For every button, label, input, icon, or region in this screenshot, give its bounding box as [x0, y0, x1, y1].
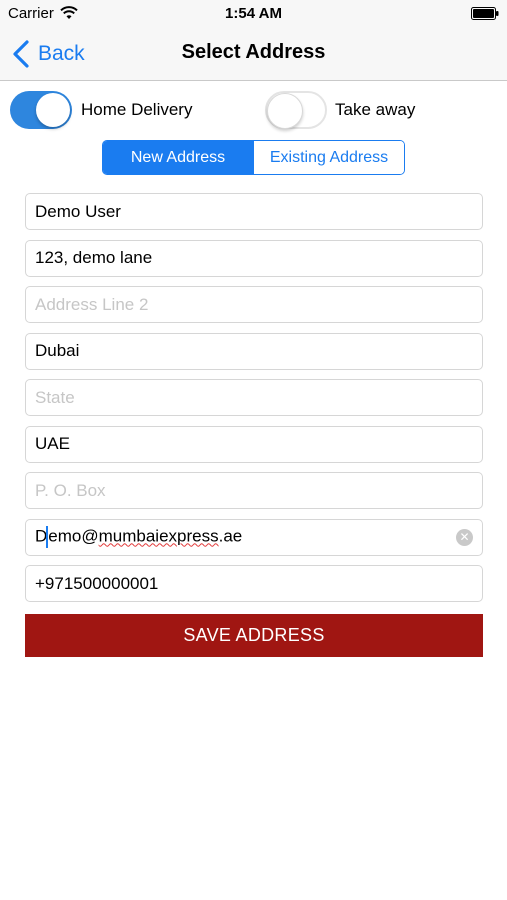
address-form: Demo User 123, demo lane Address Line 2 … [25, 193, 483, 612]
navigation-bar: Back Select Address [0, 28, 507, 81]
city-field[interactable]: Dubai [25, 332, 483, 370]
address-line1-value: 123, demo lane [35, 248, 153, 267]
city-value: Dubai [35, 341, 80, 360]
take-away-switch[interactable] [265, 91, 327, 129]
po-box-field[interactable]: P. O. Box [25, 472, 483, 509]
email-value-domain: .ae [218, 526, 243, 546]
address-line1-field[interactable]: 123, demo lane [25, 239, 483, 277]
country-field[interactable]: UAE [25, 425, 483, 463]
segment-existing-address[interactable]: Existing Address [253, 141, 404, 174]
home-delivery-switch[interactable] [10, 91, 72, 129]
battery-icon [471, 7, 499, 20]
take-away-label: Take away [335, 100, 416, 119]
home-delivery-label: Home Delivery [81, 100, 193, 119]
save-address-button[interactable]: SAVE ADDRESS [25, 614, 483, 657]
name-value: Demo User [35, 201, 121, 221]
phone-value: +971500000001 [35, 573, 159, 593]
state-placeholder: State [35, 387, 75, 407]
country-value: UAE [35, 434, 70, 453]
segment-new-address[interactable]: New Address [103, 141, 253, 174]
phone-field[interactable]: +971500000001 [25, 565, 483, 602]
email-field[interactable]: Demo@mumbaiexpress.ae ✕ [25, 518, 483, 556]
name-field[interactable]: Demo User [25, 193, 483, 230]
delivery-options: Home Delivery Take away [0, 90, 507, 132]
status-bar: Carrier 1:54 AM [0, 0, 507, 28]
page-title: Select Address [181, 41, 326, 63]
switch-knob [36, 93, 70, 127]
address-line2-placeholder: Address Line 2 [35, 294, 149, 314]
switch-knob [267, 93, 303, 129]
po-box-placeholder: P. O. Box [35, 480, 106, 500]
spellcheck-word: mumbaiexpress [98, 526, 219, 546]
email-value-part: emo@ [48, 526, 99, 546]
clear-text-icon[interactable]: ✕ [456, 528, 473, 546]
address-type-segmented-control: New Address Existing Address [102, 140, 405, 175]
address-line2-field[interactable]: Address Line 2 [25, 286, 483, 323]
state-field[interactable]: State [25, 379, 483, 416]
email-value: Demo@mumbaiexpress.ae [35, 526, 242, 548]
clock: 1:54 AM [225, 5, 282, 22]
